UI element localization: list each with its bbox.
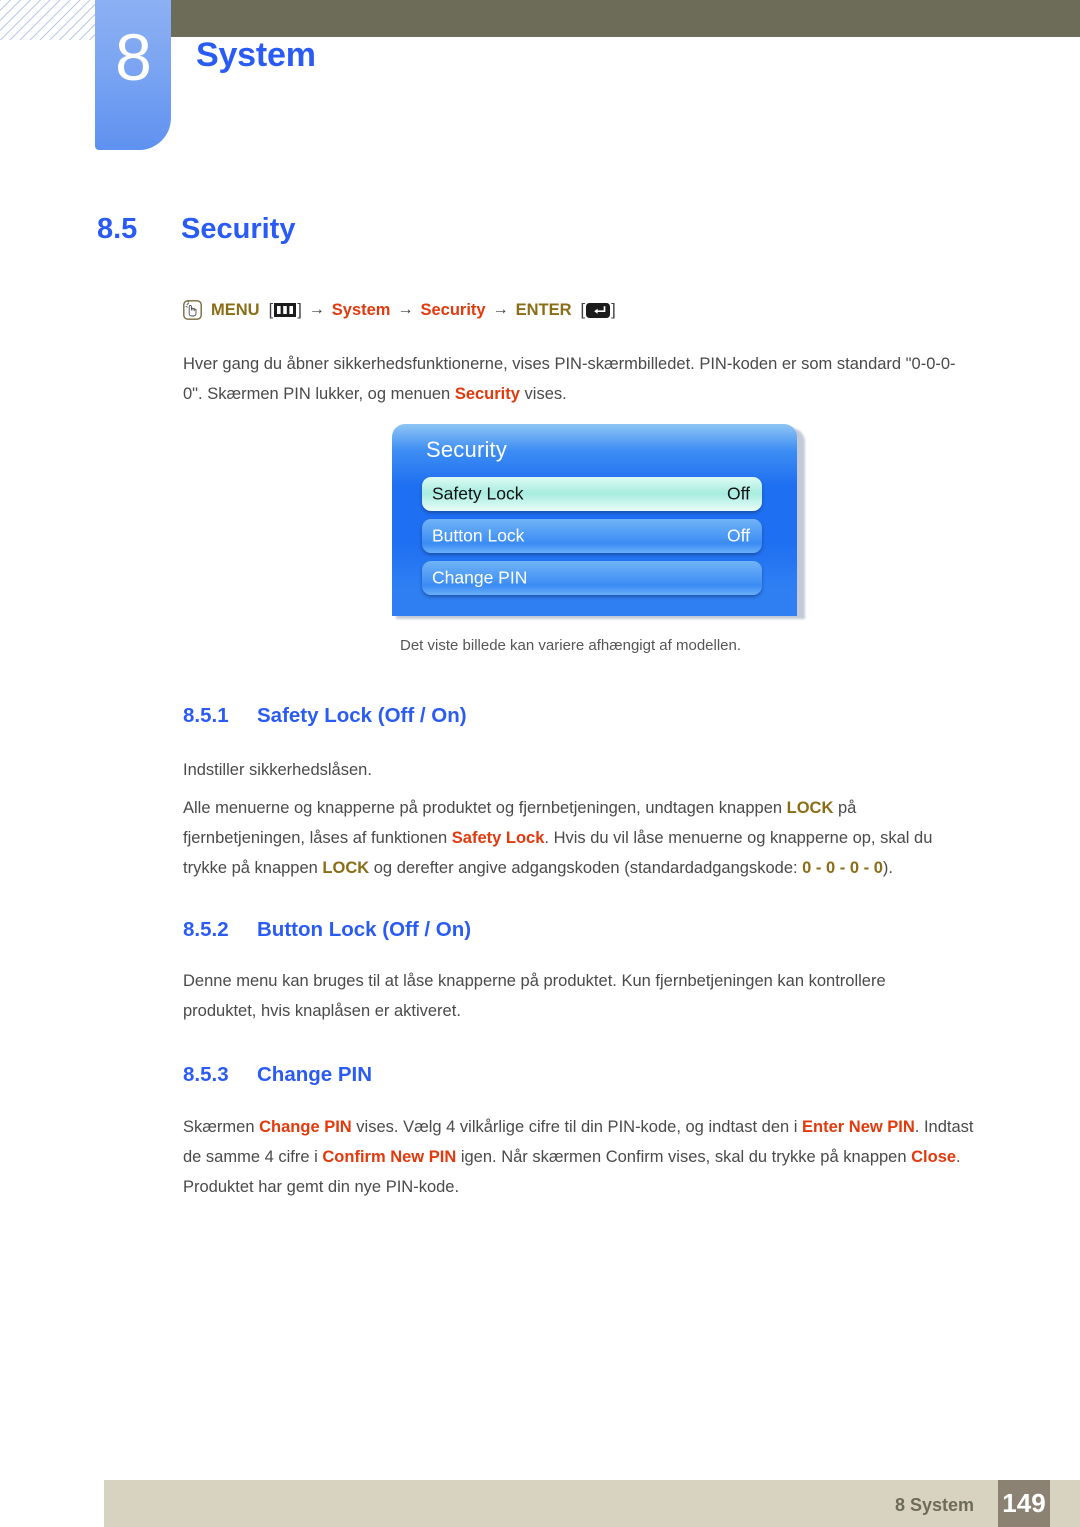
- arrow-1-icon: →: [308, 301, 325, 318]
- intro-paragraph: Hver gang du åbner sikkerhedsfunktionern…: [183, 349, 973, 409]
- breadcrumb-system: System: [331, 300, 391, 319]
- hand-press-icon: [183, 300, 202, 320]
- highlight-close: Close: [911, 1148, 957, 1166]
- enter-label: ENTER: [515, 300, 572, 319]
- bracket-open: [: [268, 300, 274, 319]
- highlight-default-pin: 0 - 0 - 0 - 0: [802, 859, 883, 877]
- section-title: Security: [181, 213, 296, 245]
- highlight-lock-2: LOCK: [322, 859, 370, 877]
- paragraph-851-1: Indstiller sikkerhedslåsen.: [183, 761, 372, 779]
- subsection-heading-851: 8.5.1 Safety Lock (Off / On): [183, 704, 467, 728]
- decorative-hatch-pattern: [0, 0, 104, 40]
- chapter-title: System: [196, 36, 316, 74]
- highlight-confirm-new-pin: Confirm New PIN: [322, 1148, 457, 1166]
- osd-panel: Security Safety Lock Off Button Lock Off…: [392, 424, 797, 616]
- arrow-2-icon: →: [397, 301, 414, 318]
- enter-return-icon: [586, 302, 611, 318]
- osd-row-safety-lock[interactable]: Safety Lock Off: [422, 477, 762, 511]
- highlight-enter-new-pin: Enter New PIN: [802, 1118, 915, 1136]
- intro-text-1: Hver gang du åbner sikkerhedsfunktionern…: [183, 355, 956, 403]
- highlight-safety-lock: Safety Lock: [451, 829, 545, 847]
- enter-bracket-close: ]: [611, 300, 616, 319]
- paragraph-853: Skærmen Change PIN vises. Vælg 4 vilkårl…: [183, 1112, 983, 1202]
- subsection-title: Button Lock (Off / On): [257, 918, 472, 941]
- text-1: Skærmen: [183, 1118, 260, 1136]
- paragraph-852: Denne menu kan bruges til at låse knappe…: [183, 972, 886, 1020]
- arrow-3-icon: →: [492, 301, 509, 318]
- menu-bars-icon: [274, 303, 297, 317]
- osd-title: Security: [426, 437, 508, 462]
- subsection-title: Safety Lock (Off / On): [257, 704, 467, 727]
- osd-row-label: Button Lock: [432, 525, 525, 546]
- subsection-number: 8.5.1: [183, 704, 229, 727]
- highlight-change-pin: Change PIN: [259, 1118, 352, 1136]
- highlight-lock-1: LOCK: [786, 799, 834, 817]
- osd-row-label: Change PIN: [432, 567, 528, 588]
- paragraph-851-2: Alle menuerne og knapperne på produktet …: [183, 793, 973, 883]
- text-4: og derefter angive adgangskoden (standar…: [369, 859, 803, 877]
- section-number: 8.5: [97, 213, 138, 245]
- intro-text-2: vises.: [519, 385, 567, 403]
- osd-caption: Det viste billede kan variere afhængigt …: [400, 637, 742, 654]
- osd-row-value: Off: [726, 483, 750, 504]
- osd-row-button-lock[interactable]: Button Lock Off: [422, 519, 762, 553]
- subsection-heading-853: 8.5.3 Change PIN: [183, 1063, 372, 1087]
- subsection-heading-852: 8.5.2 Button Lock (Off / On): [183, 918, 471, 942]
- text-5: ).: [882, 859, 893, 877]
- intro-highlight-security: Security: [454, 385, 520, 403]
- osd-row-value: Off: [726, 525, 750, 546]
- osd-row-change-pin[interactable]: Change PIN: [422, 561, 762, 595]
- chapter-number: 8: [115, 20, 152, 94]
- text-1: Alle menuerne og knapperne på produktet …: [183, 799, 787, 817]
- subsection-number: 8.5.3: [183, 1063, 229, 1086]
- enter-bracket-open: [: [580, 300, 586, 319]
- subsection-title: Change PIN: [257, 1063, 373, 1086]
- footer-label: 8 System: [894, 1495, 974, 1515]
- footer-page-number: 149: [998, 1480, 1050, 1527]
- menu-label: MENU: [211, 300, 260, 319]
- osd-menu-figure: Security Safety Lock Off Button Lock Off…: [392, 424, 805, 619]
- breadcrumb-security: Security: [420, 300, 486, 319]
- subsection-number: 8.5.2: [183, 918, 229, 941]
- breadcrumb: MENU [ ] → System → Security → ENTER [ ]: [183, 300, 616, 320]
- section-heading: 8.5 Security: [97, 213, 295, 246]
- osd-row-label: Safety Lock: [432, 483, 524, 504]
- text-4: igen. Når skærmen Confirm vises, skal du…: [456, 1148, 912, 1166]
- text-2: vises. Vælg 4 vilkårlige cifre til din P…: [351, 1118, 803, 1136]
- header-olive-bar: [104, 0, 1080, 37]
